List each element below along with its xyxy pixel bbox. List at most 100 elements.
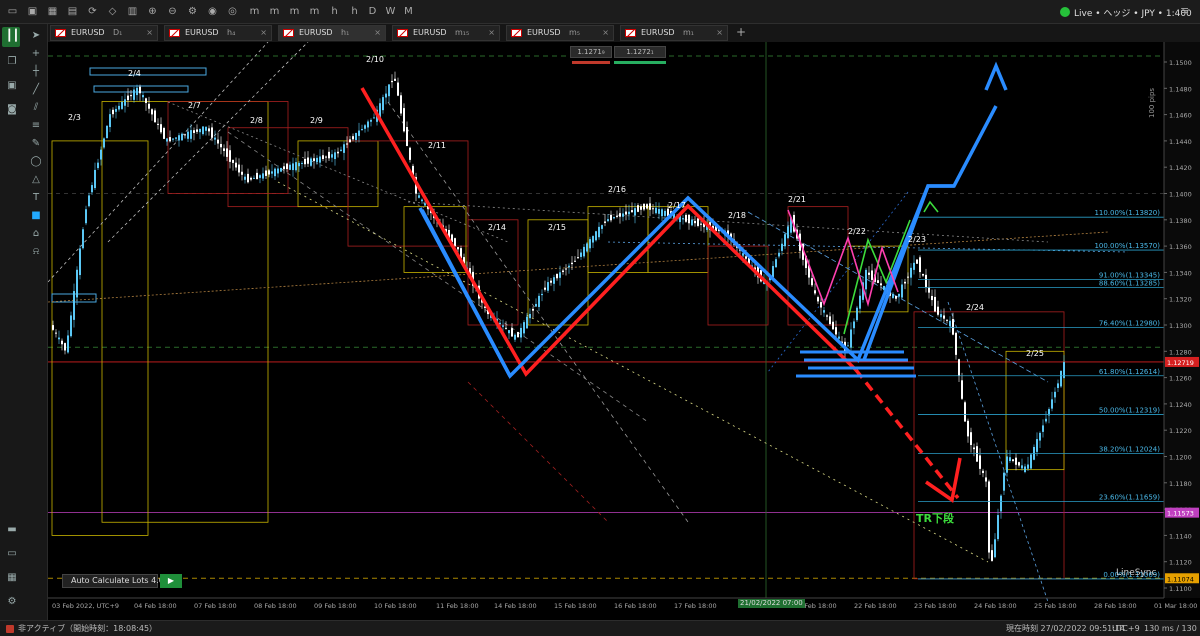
layout-icon[interactable]: ▦ — [46, 5, 59, 18]
candle-body — [778, 252, 780, 257]
close-icon[interactable]: × — [374, 26, 381, 40]
triangle-icon[interactable]: △ — [30, 174, 42, 186]
eye-icon[interactable]: ◉ — [206, 5, 219, 18]
tf-w1-icon[interactable]: W — [384, 5, 397, 18]
candle-body — [208, 128, 210, 132]
gear-icon[interactable]: ⚙ — [6, 596, 18, 608]
alert-icon[interactable]: ⍾ — [30, 246, 42, 258]
tf-h4-icon[interactable]: h — [348, 5, 361, 18]
candle-body — [202, 126, 204, 135]
candle-body — [181, 133, 183, 141]
chart-tab[interactable]: EURUSD h₄ × — [164, 25, 272, 41]
candle-body — [394, 78, 396, 81]
candle-body — [859, 295, 861, 309]
account-info[interactable]: Live • ヘッジ • JPY • 1:400 — [1074, 6, 1192, 19]
candle-body — [103, 138, 105, 148]
fib-icon[interactable]: ≡ — [30, 120, 42, 132]
menu-icon[interactable]: ≡ — [1180, 4, 1189, 17]
price-tick-label: 1.1400 — [1169, 191, 1192, 199]
hline-icon[interactable]: ┼ — [30, 66, 42, 78]
candle-body — [898, 293, 900, 297]
calendar-icon[interactable]: ▦ — [6, 572, 18, 584]
window-icon[interactable]: ▣ — [26, 5, 39, 18]
candle-body — [1021, 465, 1023, 469]
price-tick-label: 1.1480 — [1169, 85, 1192, 93]
tf-mn-icon[interactable]: M — [402, 5, 415, 18]
add-tab-icon[interactable]: + — [736, 25, 746, 39]
plugin-label[interactable]: Auto Calculate Lots 4.0 — [62, 574, 164, 588]
tf-m30-icon[interactable]: m — [308, 5, 321, 18]
close-icon[interactable]: × — [602, 26, 609, 40]
zoom-out-icon[interactable]: ⊖ — [166, 5, 179, 18]
candle-body — [163, 128, 165, 139]
close-icon[interactable]: × — [488, 26, 495, 40]
time-tick-label: 11 Feb 18:00 — [436, 602, 479, 610]
chat-icon[interactable]: ▭ — [6, 5, 19, 18]
chart-tab-active[interactable]: EURUSD h₁ × — [278, 25, 386, 41]
monitor-icon[interactable]: ▭ — [6, 548, 18, 560]
candle-body — [226, 148, 228, 157]
eraser-icon[interactable]: ⌂ — [30, 228, 42, 240]
chart-type-icon[interactable]: ▥ — [126, 5, 139, 18]
line-icon[interactable]: ╱ — [30, 84, 42, 96]
grid-icon[interactable]: ▤ — [66, 5, 79, 18]
chart-tab[interactable]: EURUSD D₁ × — [50, 25, 158, 41]
chart-tab[interactable]: EURUSD m₁₅ × — [392, 25, 500, 41]
tf-d1-icon[interactable]: D — [366, 5, 379, 18]
text-icon[interactable]: T — [30, 192, 42, 204]
candle-body — [949, 320, 951, 327]
record-icon[interactable]: ◙ — [6, 104, 18, 116]
briefcase-icon[interactable]: ▬ — [6, 524, 18, 536]
candle-body — [922, 273, 924, 276]
time-tick-label: 16 Feb 18:00 — [614, 602, 657, 610]
candle-body — [109, 114, 111, 128]
candle-body — [547, 282, 549, 291]
candle-body — [64, 343, 66, 351]
run-button[interactable]: ▶ — [160, 574, 182, 588]
candle-body — [625, 211, 627, 215]
pen-icon[interactable]: ✎ — [30, 138, 42, 150]
price-chart[interactable]: 110.00%(1.13820) 100.00%(1.13570) 91.00%(1… — [48, 42, 1200, 620]
candle-body — [1000, 495, 1002, 512]
day-label: 2/15 — [548, 223, 566, 232]
ask-price[interactable]: 1.1272₁ — [614, 46, 666, 58]
zoom-in-icon[interactable]: ⊕ — [146, 5, 159, 18]
tf-m15-icon[interactable]: m — [288, 5, 301, 18]
candle-body — [385, 93, 387, 98]
clock: 現在時刻 27/02/2022 09:51:14 — [1006, 624, 1126, 633]
close-icon[interactable]: × — [260, 26, 267, 40]
settings-icon[interactable]: ⚙ — [186, 5, 199, 18]
sync-icon[interactable]: ⟳ — [86, 5, 99, 18]
tf-m5-icon[interactable]: m — [268, 5, 281, 18]
candle-body — [658, 208, 660, 214]
chart-area[interactable]: 110.00%(1.13820) 100.00%(1.13570) 91.00%(1… — [48, 42, 1200, 620]
candle-body — [316, 157, 318, 163]
watchlist-button[interactable]: ┃┃ — [2, 27, 20, 47]
copy-icon[interactable]: ❐ — [6, 56, 18, 68]
lock-icon[interactable]: ▣ — [6, 80, 18, 92]
close-icon[interactable]: × — [716, 26, 723, 40]
tf-m1-icon[interactable]: m — [248, 5, 261, 18]
chart-tab[interactable]: EURUSD m₅ × — [506, 25, 614, 41]
crosshair-icon[interactable]: + — [30, 48, 42, 60]
candle-body — [343, 144, 345, 153]
timezone[interactable]: UTC+9 — [1112, 621, 1140, 636]
close-icon[interactable]: × — [146, 26, 153, 40]
candle-body — [277, 168, 279, 174]
eye2-icon[interactable]: ◎ — [226, 5, 239, 18]
time-axis: 03 Feb 2022, UTC+9 04 Feb 18:00 07 Feb 18:… — [48, 597, 1197, 610]
candle-body — [124, 99, 126, 106]
chart-tab[interactable]: EURUSD m₁ × — [620, 25, 728, 41]
candle-body — [850, 329, 852, 348]
cursor-icon[interactable]: ➤ — [30, 30, 42, 42]
tab-symbol: EURUSD — [185, 28, 219, 37]
tag-icon[interactable]: ◇ — [106, 5, 119, 18]
bid-price[interactable]: 1.1271₉ — [570, 46, 612, 58]
rectangle-icon[interactable]: ■ — [30, 210, 42, 222]
candle-body — [295, 162, 297, 171]
tf-h1-icon[interactable]: h — [328, 5, 341, 18]
ellipse-icon[interactable]: ◯ — [30, 156, 42, 168]
tab-symbol: EURUSD — [641, 28, 675, 37]
channel-icon[interactable]: ⫽ — [30, 102, 42, 114]
candle-body — [823, 310, 825, 313]
